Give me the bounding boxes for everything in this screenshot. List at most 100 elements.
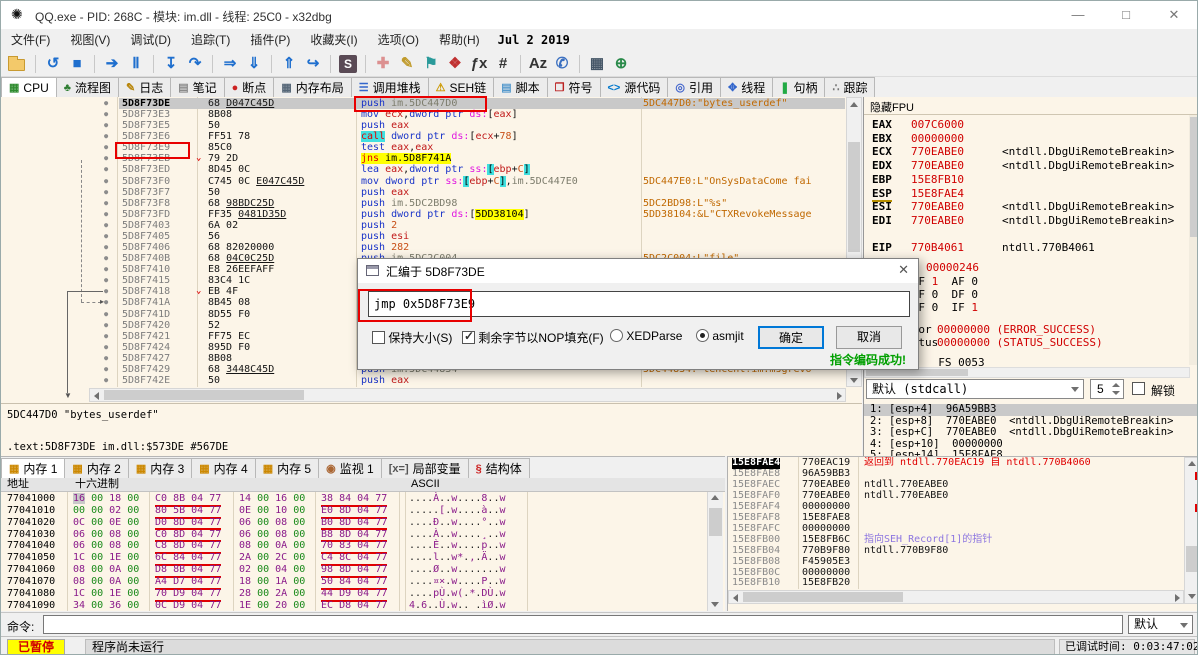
stack-row[interactable]: 15E8FAE4 770EAC19 返回到 ntdll.770EAC19 自 ntd…	[728, 457, 1197, 469]
command-mode-select[interactable]: 默认	[1128, 615, 1193, 634]
run-icon[interactable]: ➔	[101, 53, 123, 75]
registers-vscrollbar[interactable]	[1189, 115, 1197, 365]
tab-graph[interactable]: ♣ 流程图	[55, 77, 119, 97]
xedparse-radio[interactable]: XEDParse	[610, 329, 682, 343]
breakpoint-dot[interactable]: ●	[104, 375, 108, 386]
tab-struct[interactable]: § 结构体	[467, 458, 530, 478]
menu-item[interactable]: 选项(O)	[368, 29, 429, 51]
tab-cpu[interactable]: ▦ CPU	[1, 77, 57, 97]
step-out-icon[interactable]: ⇓	[243, 53, 265, 75]
disasm-row[interactable]: ● 5D8F73F7 50 push eax	[1, 187, 862, 198]
tab-locals[interactable]: [x=] 局部变量	[380, 458, 469, 478]
keep-size-checkbox[interactable]: 保持大小(S)	[372, 329, 452, 346]
pause-icon[interactable]: Ⅱ	[125, 53, 147, 75]
scylla-icon[interactable]: S	[339, 54, 357, 73]
dialog-close-icon[interactable]: ✕	[898, 262, 909, 278]
tab-dump-2[interactable]: ▦ 内存 2	[64, 458, 129, 478]
dump-row[interactable]: 77041040 06 00 08 00 C8 8D 04 77 08 00 0A 0…	[1, 540, 725, 555]
breakpoint-dot[interactable]: ●	[104, 187, 108, 198]
stack-row[interactable]: 15E8FAF0 770EABE0 ntdll.770EABE0	[728, 490, 1197, 502]
breakpoint-dot[interactable]: ●	[104, 297, 108, 308]
breakpoint-dot[interactable]: ●	[104, 353, 108, 364]
scroll-right-icon[interactable]	[1175, 594, 1180, 602]
breakpoint-dot[interactable]: ●	[104, 209, 108, 220]
dump-row[interactable]: 77041010 00 00 02 00 80 5B 04 77 0E 00 10 0…	[1, 505, 725, 519]
disasm-row[interactable]: ● 5D8F742E 50 push eax	[1, 375, 862, 386]
radio-selected-icon[interactable]	[696, 329, 709, 342]
tab-seh[interactable]: ⚠ SEH链	[427, 77, 495, 97]
breakpoint-dot[interactable]: ●	[104, 98, 108, 109]
scroll-thumb[interactable]	[866, 369, 968, 376]
cancel-button[interactable]: 取消	[836, 326, 902, 349]
disasm-row[interactable]: ● 5D8F73F8 68 98BDC25D push im.5DC2BD98 5DC2…	[1, 198, 862, 209]
breakpoint-dot[interactable]: ●	[104, 231, 108, 242]
dump-row[interactable]: 77041030 06 00 08 00 C0 8D 04 77 06 00 08 0…	[1, 529, 725, 543]
ok-button[interactable]: 确定	[758, 326, 824, 349]
radio-icon[interactable]	[610, 329, 623, 342]
spinner-up-icon[interactable]	[1112, 383, 1120, 387]
breakpoint-dot[interactable]: ●	[104, 153, 108, 164]
scroll-thumb[interactable]	[743, 592, 903, 602]
breakpoint-dot[interactable]: ●	[104, 364, 108, 375]
menu-item[interactable]: 文件(F)	[1, 29, 60, 51]
dump-row[interactable]: 77041000 16 00 18 00 C0 8B 04 77 14 00 16 0…	[1, 493, 725, 507]
breakpoint-dot[interactable]: ●	[104, 320, 108, 331]
stack-row[interactable]: 15E8FAF4 00000000	[728, 501, 1197, 513]
tab-dump-5[interactable]: ▦ 内存 5	[254, 458, 320, 478]
stack-row[interactable]: 15E8FB08 F45905E3	[728, 556, 1197, 568]
breakpoint-dot[interactable]: ●	[104, 253, 108, 264]
tab-call-stack[interactable]: ☰ 调用堆栈	[350, 77, 429, 97]
disasm-row[interactable]: ● 5D8F73F0 C745 0C E047C45D mov dword ptr s…	[1, 175, 862, 187]
hash-icon[interactable]: #	[492, 53, 514, 75]
tab-dump-3[interactable]: ▦ 内存 3	[127, 458, 193, 478]
breakpoint-dot[interactable]: ●	[104, 142, 108, 153]
memory-dump-pane[interactable]: 地址 十六进制 ASCII 77041000 16 00 18 00 C0 8B 0…	[1, 478, 725, 611]
stop-icon[interactable]: ■	[66, 53, 88, 75]
tab-source[interactable]: <> 源代码	[599, 77, 669, 97]
bookmark-icon[interactable]: ❖	[444, 53, 466, 75]
scroll-left-icon[interactable]	[94, 392, 99, 400]
patch-icon[interactable]: ✚	[372, 53, 394, 75]
disasm-hscrollbar[interactable]	[89, 388, 846, 402]
asmjit-radio[interactable]: asmjit	[696, 329, 744, 343]
disasm-row[interactable]: ● 5D8F73FD FF35 0481D35D push dword ptr ds:…	[1, 208, 862, 220]
unlock-checkbox[interactable]	[1132, 382, 1145, 395]
tab-references[interactable]: ◎ 引用	[667, 77, 721, 97]
scroll-down-icon[interactable]	[1188, 594, 1196, 599]
disasm-row[interactable]: ● 5D8F73DE 68 D047C45D push im.5DC447D0 5DC4…	[1, 98, 862, 110]
breakpoint-dot[interactable]: ●	[104, 309, 108, 320]
menu-item[interactable]: 视图(V)	[60, 29, 120, 51]
breakpoint-dot[interactable]: ●	[104, 342, 108, 353]
stack-row[interactable]: 15E8FB10 15E8FB20	[728, 578, 1197, 589]
menu-item[interactable]: 追踪(T)	[181, 29, 240, 51]
run-to-user-code-icon[interactable]: ⇑	[278, 53, 300, 75]
dump-row[interactable]: 77041090 34 00 36 00 0C D9 04 77 1E 00 20 0…	[1, 600, 725, 611]
restart-icon[interactable]: ↺	[42, 53, 64, 75]
tab-trace[interactable]: ∴ 跟踪	[824, 77, 876, 97]
scroll-left-icon[interactable]	[733, 594, 738, 602]
tab-script[interactable]: ▤ 脚本	[493, 77, 548, 97]
strings-icon[interactable]: Az	[527, 53, 549, 75]
modules-icon[interactable]: ✆	[551, 53, 573, 75]
command-input[interactable]	[43, 615, 1123, 634]
checkbox-icon[interactable]	[372, 331, 385, 344]
close-button[interactable]: ✕	[1151, 1, 1197, 29]
breakpoint-dot[interactable]: ●	[104, 331, 108, 342]
scroll-right-icon[interactable]	[837, 392, 842, 400]
breakpoint-dot[interactable]: ●	[104, 198, 108, 209]
step-into-icon[interactable]: ↧	[160, 53, 182, 75]
argument-row[interactable]: 1: [esp+4] 96A59BB3	[864, 403, 1197, 416]
stack-row[interactable]: 15E8FAE8 96A59BB3	[728, 468, 1197, 480]
stack-row[interactable]: 15E8FB00 15E8FB6C 指向SEH_Record[1]的指针	[728, 534, 1197, 546]
menu-item[interactable]: 调试(D)	[120, 29, 181, 51]
tab-dump-1[interactable]: ▦ 内存 1	[1, 458, 66, 478]
dump-row[interactable]: 77041080 1C 00 1E 00 70 D9 04 77 28 00 2A 0…	[1, 588, 725, 602]
tab-symbols[interactable]: ❒ 符号	[546, 77, 601, 97]
disasm-row[interactable]: ● 5D8F73E5 50 push eax	[1, 120, 862, 131]
breakpoint-dot[interactable]: ●	[104, 120, 108, 131]
comment-icon[interactable]: ✎	[396, 53, 418, 75]
tab-handles[interactable]: ❚ 句柄	[772, 77, 826, 97]
stack-row[interactable]: 15E8FB0C 00000000	[728, 567, 1197, 579]
step-over-icon[interactable]: ↷	[184, 53, 206, 75]
tab-dump-4[interactable]: ▦ 内存 4	[191, 458, 256, 478]
